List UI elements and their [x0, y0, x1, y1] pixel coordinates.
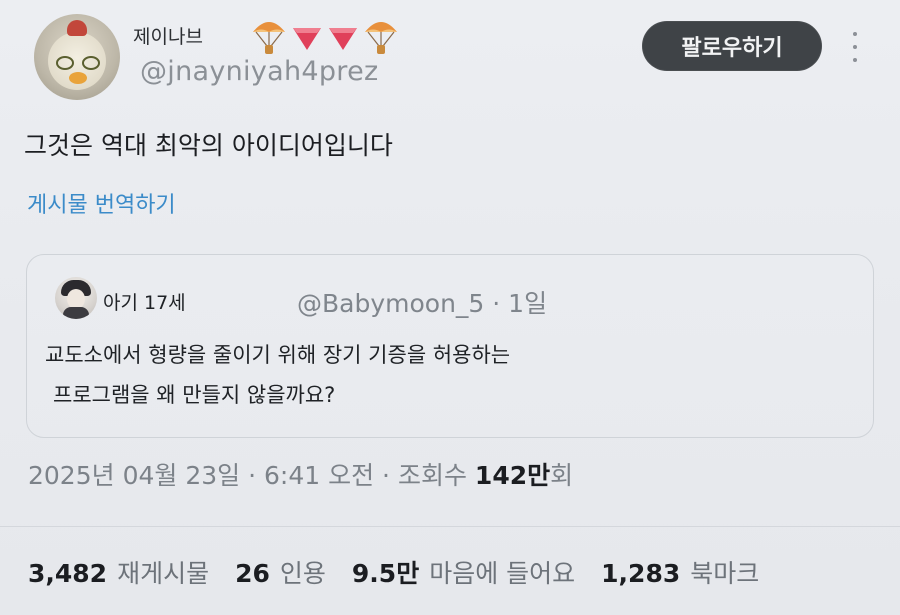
red-triangle-down-icon	[329, 28, 357, 50]
avatar-beak	[69, 72, 87, 84]
views-suffix: 회	[550, 461, 574, 490]
quoted-author-name: 아기 17세	[103, 292, 186, 314]
views-count: 142만	[474, 461, 551, 490]
post-meta: 2025년 04월 23일 · 6:41 오전 · 조회수 142만회	[28, 456, 573, 492]
parachute-icon	[365, 22, 397, 54]
more-options-icon[interactable]	[847, 32, 863, 62]
author-handle[interactable]: @jnayniyah4prez	[140, 56, 379, 87]
engagement-stats: 3,482 재게시물 26 인용 9.5만 마음에 들어요 1,283 북마크	[28, 554, 759, 590]
quoted-author-handle-time: @Babymoon_5 · 1일	[297, 289, 548, 318]
quotes-label[interactable]: 인용	[280, 554, 326, 590]
quoted-post-card[interactable]: 아기 17세 @Babymoon_5 · 1일 교도소에서 형량을 줄이기 위해…	[26, 254, 874, 438]
name-emojis	[250, 16, 400, 56]
views-prefix: 조회수	[397, 461, 467, 490]
red-triangle-down-icon	[293, 28, 321, 50]
avatar-glasses	[56, 56, 100, 70]
meta-separator: ·	[248, 461, 257, 490]
author-avatar[interactable]	[34, 14, 120, 100]
quoted-text-line-1: 교도소에서 형량을 줄이기 위해 장기 기증을 허용하는	[45, 343, 511, 367]
bookmarks-label[interactable]: 북마크	[690, 554, 759, 590]
parachute-icon	[253, 22, 285, 54]
reposts-count[interactable]: 3,482	[28, 559, 107, 588]
quotes-count[interactable]: 26	[235, 559, 270, 588]
post-time[interactable]: 6:41 오전	[264, 461, 374, 490]
meta-separator: ·	[382, 461, 390, 490]
translate-post-link[interactable]: 게시물 번역하기	[27, 187, 176, 219]
quoted-author-avatar	[55, 277, 97, 319]
follow-button[interactable]: 팔로우하기	[642, 21, 822, 71]
post-date[interactable]: 2025년 04월 23일	[28, 461, 240, 490]
likes-count[interactable]: 9.5만	[352, 554, 419, 590]
post-text: 그것은 역대 최악의 아이디어입니다	[24, 131, 393, 160]
reposts-label[interactable]: 재게시물	[117, 554, 209, 590]
divider	[0, 526, 900, 527]
quoted-text-line-2: 프로그램을 왜 만들지 않을까요?	[53, 383, 336, 407]
avatar-comb	[67, 20, 87, 36]
author-display-name[interactable]: 제이나브	[133, 22, 203, 49]
bookmarks-count[interactable]: 1,283	[601, 559, 680, 588]
likes-label[interactable]: 마음에 들어요	[429, 554, 575, 590]
